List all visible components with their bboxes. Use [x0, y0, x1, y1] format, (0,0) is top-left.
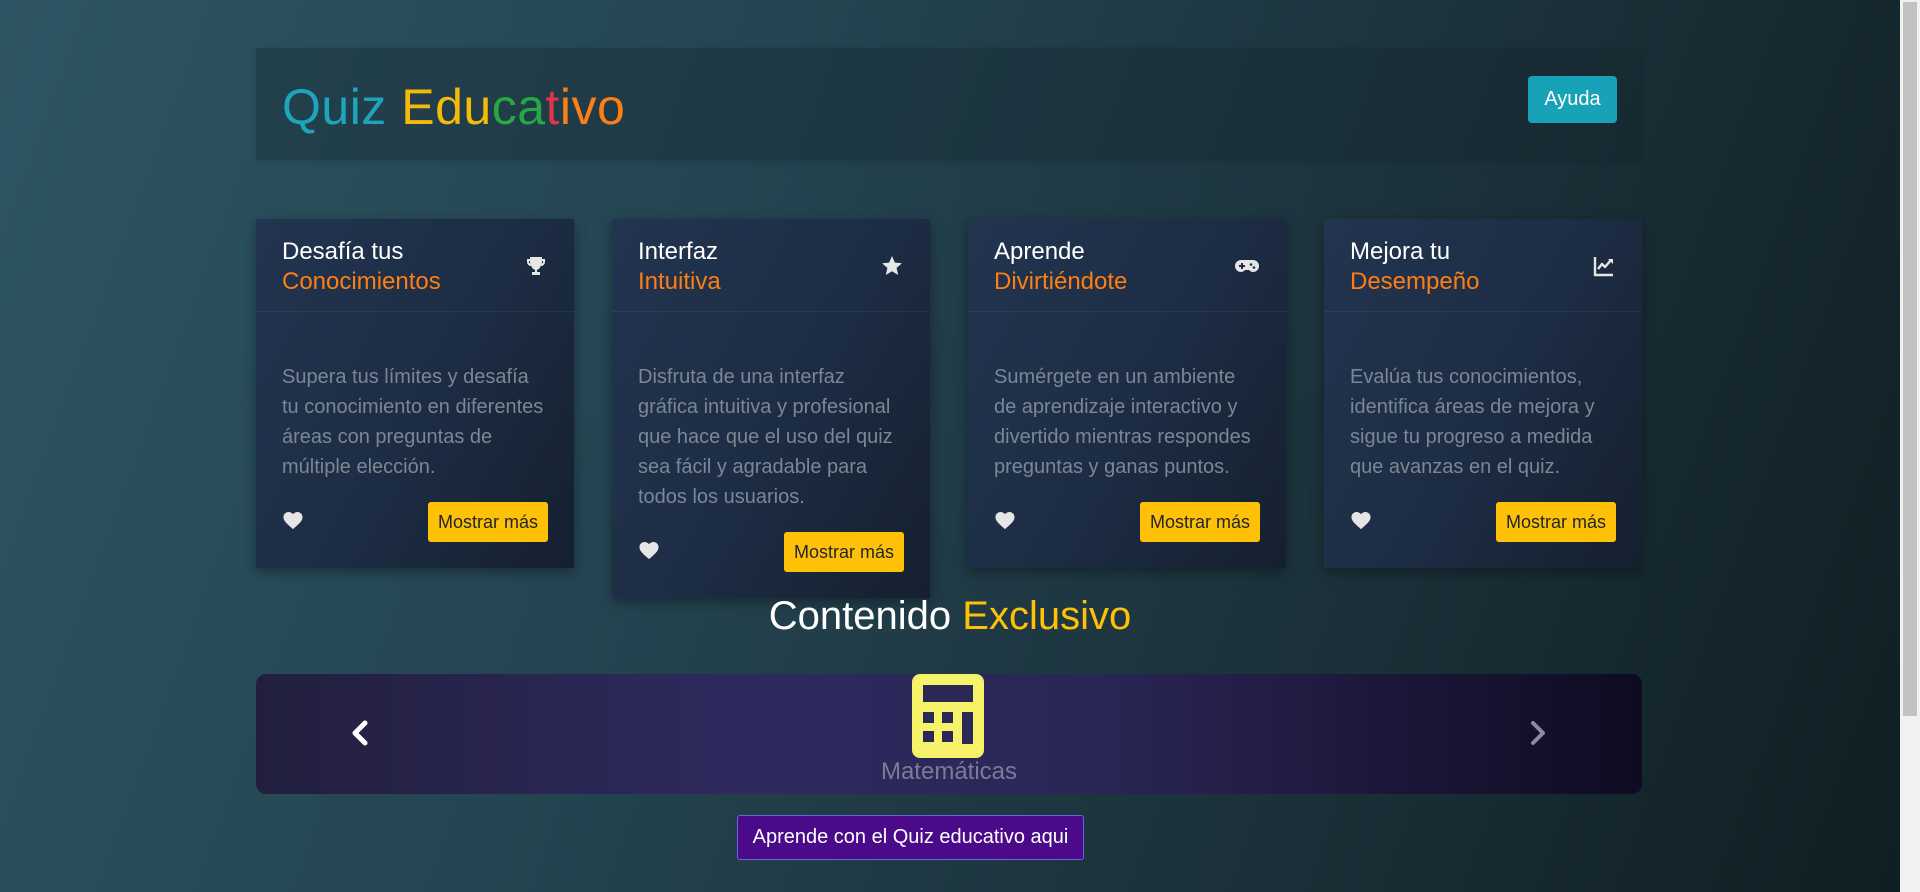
- title-part-ca: ca: [491, 79, 546, 135]
- carousel-next-icon[interactable]: [1518, 710, 1558, 756]
- trophy-icon: [527, 257, 545, 275]
- section-title-part1: Contenido: [768, 594, 952, 638]
- gamepad-icon: [1235, 260, 1259, 272]
- section-title: Contenido Exclusivo: [0, 594, 1900, 639]
- feature-card-challenge: Desafía tus Conocimientos Supera tus lím…: [256, 219, 574, 568]
- carousel-label: Matemáticas: [880, 758, 1018, 785]
- chart-line-icon: [1593, 257, 1613, 277]
- calculator-icon: [912, 674, 984, 758]
- card-title-line2: Desempeño: [1350, 268, 1480, 295]
- show-more-button[interactable]: Mostrar más: [1140, 502, 1260, 542]
- card-body: Sumérgete en un ambiente de aprendizaje …: [968, 312, 1286, 568]
- show-more-button[interactable]: Mostrar más: [1496, 502, 1616, 542]
- carousel-prev-icon[interactable]: [340, 710, 380, 756]
- card-footer: Mostrar más: [994, 502, 1260, 542]
- card-title-line2: Conocimientos: [282, 268, 441, 295]
- card-body: Evalúa tus conocimientos, identifica áre…: [1324, 312, 1642, 568]
- card-title: Aprende Divirtiéndote: [994, 237, 1127, 297]
- card-footer: Mostrar más: [1350, 502, 1616, 542]
- title-part-edu: Edu: [401, 79, 492, 135]
- vertical-scrollbar[interactable]: [1900, 0, 1920, 892]
- help-button[interactable]: Ayuda: [1528, 76, 1617, 123]
- card-title: Mejora tu Desempeño: [1350, 237, 1479, 297]
- card-header: Interfaz Intuitiva: [612, 219, 930, 312]
- card-header: Aprende Divirtiéndote: [968, 219, 1286, 312]
- start-quiz-button[interactable]: Aprende con el Quiz educativo aqui: [737, 815, 1084, 860]
- title-part-t: t: [545, 79, 560, 135]
- card-title: Desafía tus Conocimientos: [282, 237, 441, 297]
- card-title-line2: Intuitiva: [638, 268, 721, 295]
- heart-icon[interactable]: [994, 510, 1016, 530]
- heart-icon[interactable]: [282, 510, 304, 530]
- card-title-line2: Divirtiéndote: [994, 268, 1128, 295]
- card-text: Evalúa tus conocimientos, identifica áre…: [1350, 366, 1595, 478]
- card-header: Mejora tu Desempeño: [1324, 219, 1642, 312]
- feature-card-performance: Mejora tu Desempeño Evalúa tus conocimie…: [1324, 219, 1642, 568]
- show-more-button[interactable]: Mostrar más: [428, 502, 548, 542]
- card-header: Desafía tus Conocimientos: [256, 219, 574, 312]
- content-carousel: Matemáticas: [256, 674, 1642, 794]
- heart-icon[interactable]: [1350, 510, 1372, 530]
- scrollbar-thumb[interactable]: [1903, 2, 1917, 716]
- header: Quiz Educativo Ayuda: [256, 48, 1642, 160]
- card-text: Disfruta de una interfaz gráfica intuiti…: [638, 366, 893, 508]
- section-title-part2: Exclusivo: [962, 594, 1132, 638]
- card-title-line1: Desafía tus: [282, 238, 404, 265]
- heart-icon[interactable]: [638, 540, 660, 560]
- card-body: Supera tus límites y desafía tu conocimi…: [256, 312, 574, 568]
- card-footer: Mostrar más: [282, 502, 548, 542]
- show-more-button[interactable]: Mostrar más: [784, 532, 904, 572]
- card-text: Supera tus límites y desafía tu conocimi…: [282, 366, 544, 478]
- card-body: Disfruta de una interfaz gráfica intuiti…: [612, 312, 930, 598]
- title-word-quiz: Quiz: [282, 79, 387, 135]
- card-text: Sumérgete en un ambiente de aprendizaje …: [994, 366, 1251, 478]
- feature-card-fun: Aprende Divirtiéndote Sumérgete en un am…: [968, 219, 1286, 568]
- card-title-line1: Aprende: [994, 238, 1085, 265]
- card-title-line1: Interfaz: [638, 238, 719, 265]
- card-footer: Mostrar más: [638, 532, 904, 572]
- title-part-ivo: ivo: [559, 79, 626, 135]
- feature-card-interface: Interfaz Intuitiva Disfruta de una inter…: [612, 219, 930, 598]
- card-title: Interfaz Intuitiva: [638, 237, 721, 297]
- star-icon: [882, 256, 902, 275]
- page-title: Quiz Educativo: [282, 78, 625, 136]
- card-title-line1: Mejora tu: [1350, 238, 1451, 265]
